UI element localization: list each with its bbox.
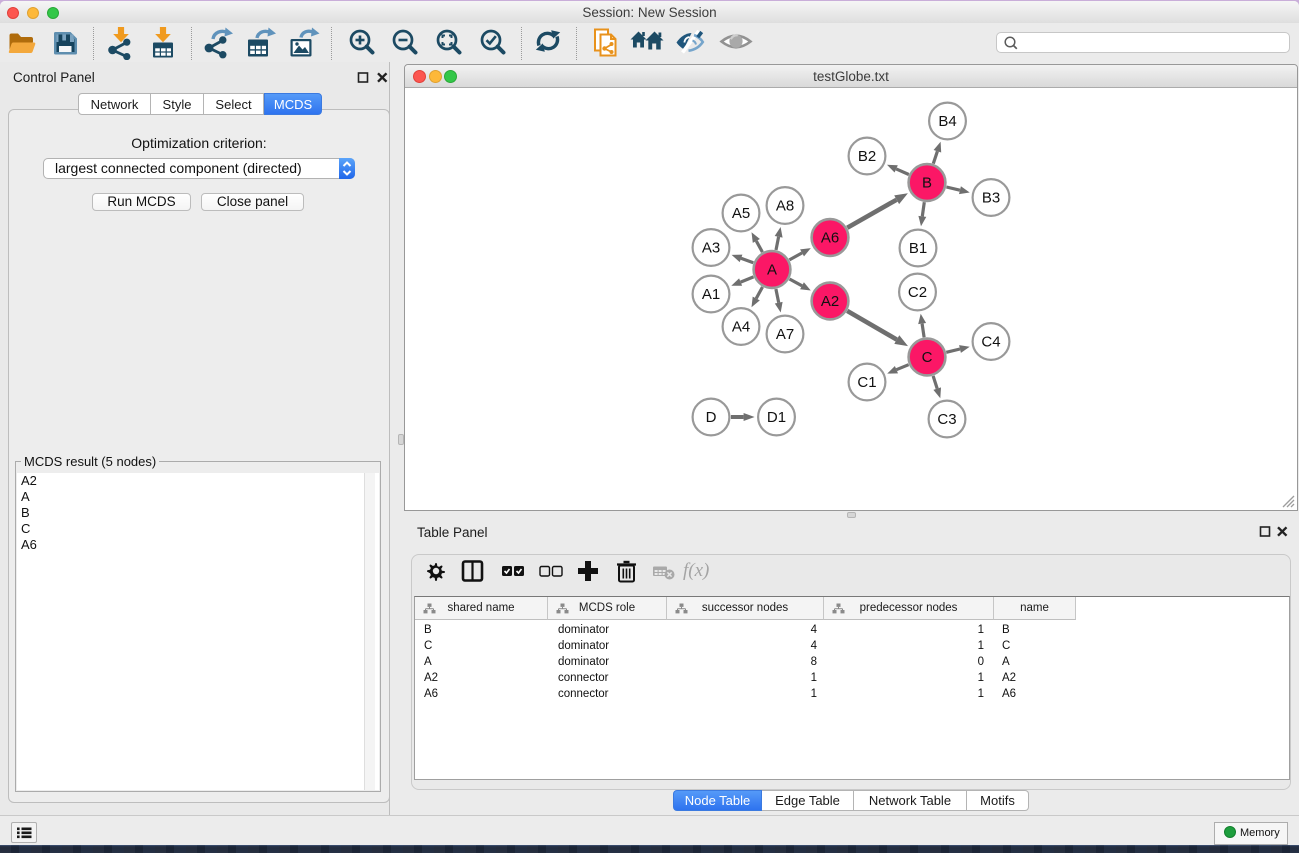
svg-text:A1: A1	[702, 286, 720, 303]
svg-text:C4: C4	[981, 334, 1000, 351]
svg-text:A6: A6	[821, 230, 839, 247]
svg-text:A5: A5	[732, 205, 750, 222]
svg-text:A7: A7	[776, 326, 794, 343]
svg-text:A4: A4	[732, 319, 750, 336]
svg-text:C3: C3	[937, 411, 956, 428]
svg-text:B2: B2	[858, 148, 876, 165]
svg-text:A2: A2	[821, 293, 839, 310]
svg-text:B: B	[922, 175, 932, 192]
svg-text:D1: D1	[767, 409, 786, 426]
svg-text:C2: C2	[908, 284, 927, 301]
svg-text:C: C	[922, 349, 933, 366]
svg-text:A: A	[767, 262, 777, 279]
svg-text:A8: A8	[776, 198, 794, 215]
svg-text:A3: A3	[702, 240, 720, 257]
svg-text:C1: C1	[857, 374, 876, 391]
svg-text:B1: B1	[909, 240, 927, 257]
svg-text:B3: B3	[982, 190, 1000, 207]
svg-text:B4: B4	[938, 113, 956, 130]
svg-text:D: D	[706, 409, 717, 426]
